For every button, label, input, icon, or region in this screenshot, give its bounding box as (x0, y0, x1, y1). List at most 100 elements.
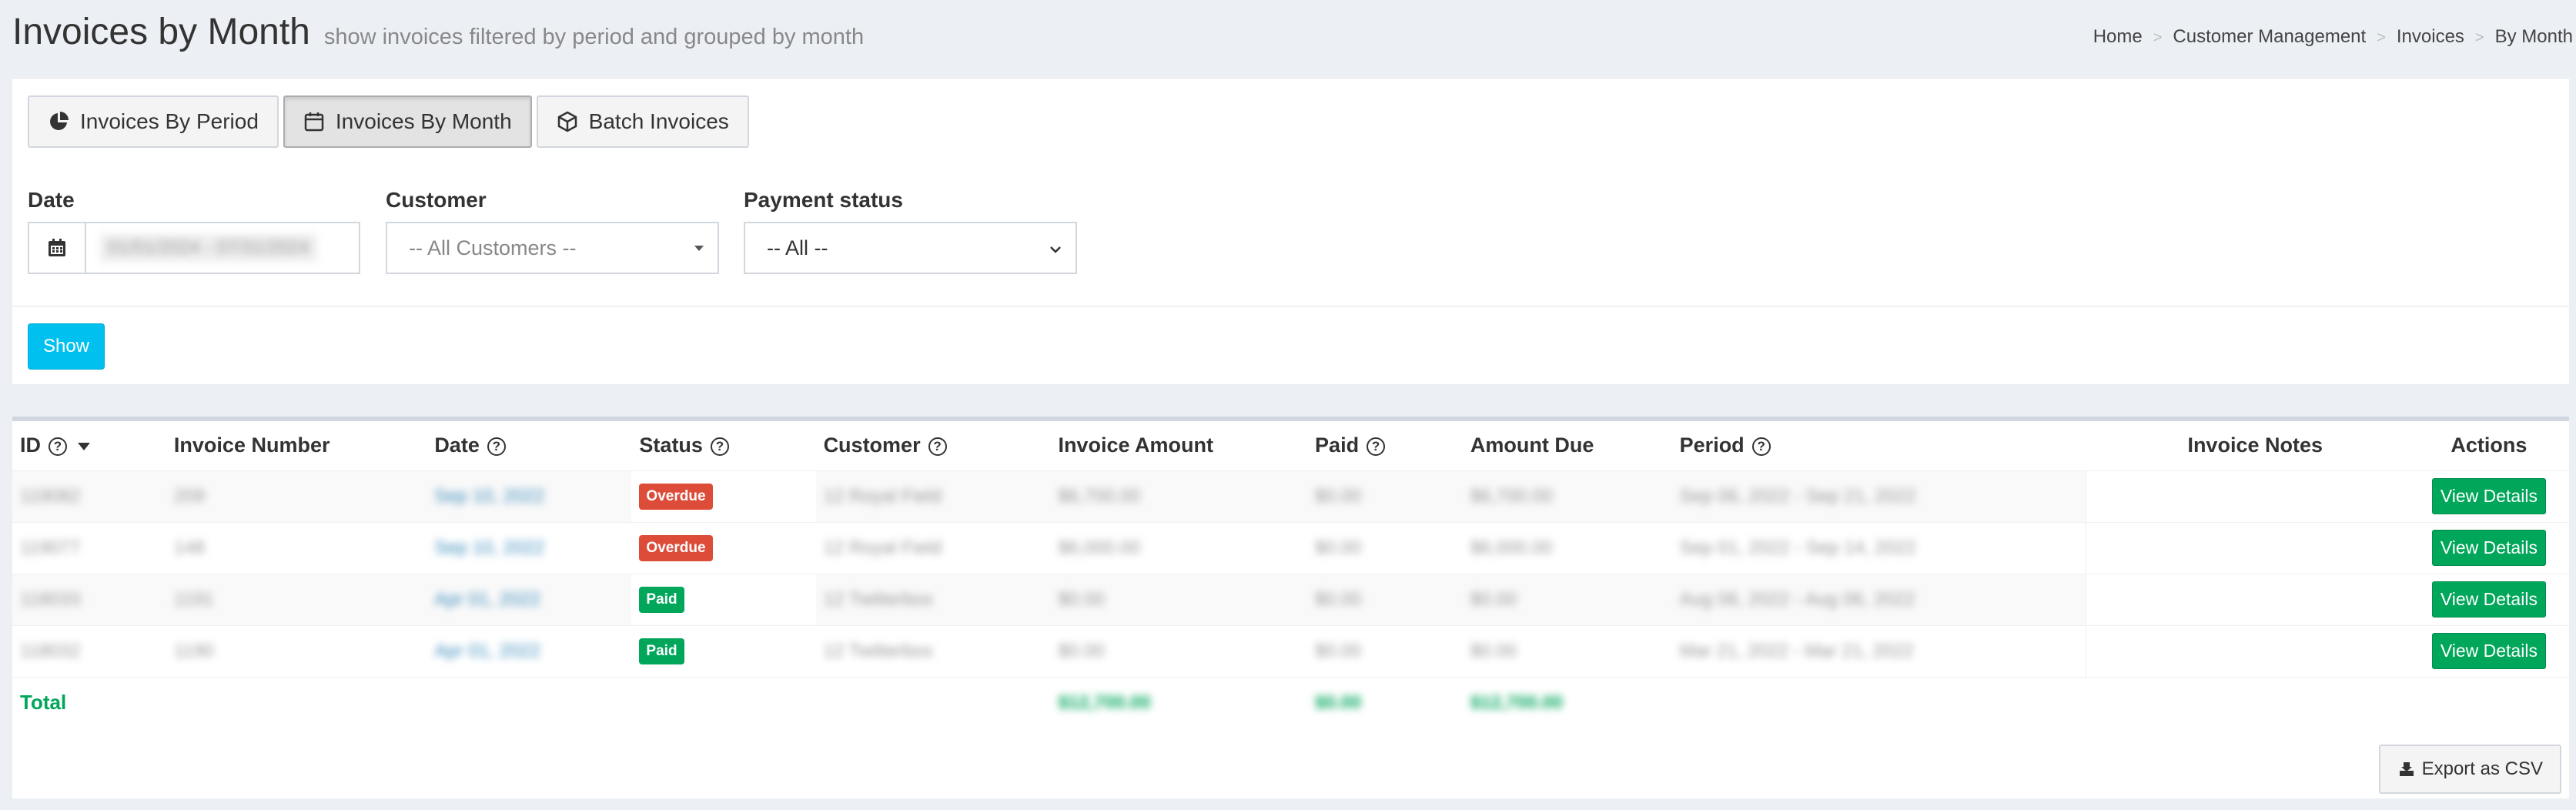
view-tabs: Invoices By Period Invoices By Month Bat… (28, 95, 749, 148)
col-paid-label: Paid (1315, 433, 1360, 457)
col-amount-due[interactable]: Amount Due (1463, 421, 1672, 470)
help-icon[interactable]: ? (49, 437, 67, 457)
status-badge: Overdue (639, 483, 713, 510)
date-label: Date (28, 188, 75, 212)
cell-invoice-amount: $0.00 (1050, 573, 1308, 625)
sort-desc-icon[interactable] (78, 443, 90, 451)
tab-invoices-by-month[interactable]: Invoices By Month (283, 95, 532, 148)
payment-status-label: Payment status (744, 188, 903, 212)
cell-id: 118032 (12, 624, 166, 677)
help-icon[interactable]: ? (1367, 437, 1386, 457)
breadcrumb-home[interactable]: Home (2093, 26, 2143, 47)
chevron-down-icon (1050, 246, 1061, 253)
cell-date-link[interactable]: Sep 10, 2022 (427, 521, 632, 574)
tab-invoices-by-period[interactable]: Invoices By Period (28, 95, 279, 148)
pie-chart-icon (50, 112, 69, 130)
empty-cell (815, 676, 1051, 728)
col-invoice-notes: Invoice Notes (2187, 433, 2323, 457)
table-total-row: Total $12,700.00 $0.00 $12,700.00 (12, 676, 2569, 728)
cell-invoice-number: 209 (166, 470, 427, 522)
col-invoice-amount[interactable]: Invoice Amount (1050, 421, 1307, 470)
date-picker-addon[interactable] (29, 223, 86, 273)
cell-customer: 12 Royal Field (815, 470, 1051, 522)
tab-batch-invoices[interactable]: Batch Invoices (536, 95, 749, 148)
table-header-row: ID? Invoice Number Date? Status? Custome… (12, 421, 2569, 470)
cell-id: 118033 (12, 573, 166, 625)
customer-select[interactable]: -- All Customers -- (386, 222, 719, 274)
empty-cell (166, 676, 427, 728)
cell-status: Overdue (631, 521, 816, 574)
breadcrumb: Home > Customer Management > Invoices > By Mon… (2093, 26, 2573, 48)
cell-notes (2086, 470, 2424, 522)
cube-icon (557, 111, 577, 132)
invoices-table: ID? Invoice Number Date? Status? Custome… (12, 421, 2569, 728)
total-amount-due: $12,700.00 (1462, 676, 1672, 728)
date-range-value: 01/01/2024 - 07/31/2024 (100, 234, 317, 262)
cell-customer: 12 Twitterbox (815, 624, 1051, 677)
col-actions: Actions (2451, 433, 2527, 457)
help-icon[interactable]: ? (487, 437, 506, 457)
cell-invoice-number: 148 (166, 521, 427, 574)
breadcrumb-current: By Month (2494, 26, 2573, 47)
tab-label: Invoices By Month (335, 109, 512, 133)
help-icon[interactable]: ? (928, 437, 947, 457)
col-status[interactable]: Status? (631, 421, 815, 470)
cell-period: Mar 21, 2022 - Mar 21, 2022 (1671, 624, 2086, 677)
export-icon (2399, 762, 2414, 776)
cell-date-link[interactable]: Sep 10, 2022 (427, 470, 632, 522)
help-icon[interactable]: ? (1751, 437, 1771, 457)
col-status-label: Status (639, 433, 703, 457)
cell-notes (2086, 573, 2424, 625)
cell-actions: View Details (2424, 521, 2569, 574)
empty-cell (2424, 676, 2569, 728)
cell-actions: View Details (2424, 470, 2569, 522)
table-row: 119082 209 Sep 10, 2022 Overdue 12 Royal… (12, 470, 2569, 522)
view-details-button[interactable]: View Details (2431, 478, 2546, 514)
view-details-button[interactable]: View Details (2431, 633, 2546, 669)
breadcrumb-invoices[interactable]: Invoices (2397, 26, 2464, 47)
export-csv-button[interactable]: Export as CSV (2378, 745, 2561, 794)
tab-label: Invoices By Period (80, 109, 259, 133)
col-paid[interactable]: Paid? (1307, 421, 1463, 470)
cell-id: 119082 (12, 470, 166, 522)
date-range-field[interactable]: 01/01/2024 - 07/31/2024 (28, 222, 360, 274)
col-customer[interactable]: Customer? (816, 421, 1051, 470)
breadcrumb-separator: > (2474, 29, 2484, 46)
help-icon[interactable]: ? (710, 437, 729, 457)
show-button[interactable]: Show (28, 323, 105, 370)
col-date[interactable]: Date? (427, 421, 631, 470)
page-subtitle: show invoices filtered by period and gro… (323, 25, 865, 49)
col-period[interactable]: Period? (1672, 421, 2086, 470)
page-title: Invoices by Month show invoices filtered … (12, 11, 864, 53)
payment-status-value: -- All -- (767, 236, 828, 259)
cell-actions: View Details (2424, 573, 2569, 625)
col-id[interactable]: ID? (12, 421, 166, 470)
cell-period: Aug 06, 2022 - Aug 06, 2022 (1671, 573, 2086, 625)
cell-amount-due: $6,000.00 (1462, 521, 1672, 574)
cell-id: 119077 (12, 521, 166, 574)
breadcrumb-customer-management[interactable]: Customer Management (2173, 26, 2366, 47)
table-row: 119077 148 Sep 10, 2022 Overdue 12 Royal… (12, 521, 2569, 574)
export-csv-label: Export as CSV (2421, 758, 2543, 779)
customer-label: Customer (386, 188, 487, 212)
cell-period: Sep 01, 2022 - Sep 14, 2022 (1671, 521, 2086, 574)
empty-cell (427, 676, 632, 728)
cell-status: Overdue (631, 470, 816, 522)
page-header: Invoices by Month show invoices filtered … (0, 0, 2576, 77)
cell-date-link[interactable]: Apr 01, 2022 (427, 624, 632, 677)
breadcrumb-separator: > (2153, 29, 2163, 46)
table-row: 118032 1190 Apr 01, 2022 Paid 12 Twitter… (12, 624, 2569, 677)
col-invoice-number[interactable]: Invoice Number (166, 421, 427, 470)
col-customer-label: Customer (823, 433, 921, 457)
cell-period: Sep 06, 2022 - Sep 21, 2022 (1671, 470, 2086, 522)
view-details-button[interactable]: View Details (2431, 581, 2546, 618)
date-range-input[interactable]: 01/01/2024 - 07/31/2024 (86, 223, 359, 273)
cell-status: Paid (631, 573, 816, 625)
cell-date-link[interactable]: Apr 01, 2022 (427, 573, 632, 625)
cell-invoice-number: 1191 (166, 573, 427, 625)
view-details-button[interactable]: View Details (2431, 530, 2546, 566)
payment-status-select[interactable]: -- All -- (744, 222, 1077, 274)
cell-paid: $0.00 (1307, 573, 1463, 625)
table-row: 118033 1191 Apr 01, 2022 Paid 12 Twitter… (12, 573, 2569, 625)
cell-paid: $0.00 (1307, 521, 1463, 574)
